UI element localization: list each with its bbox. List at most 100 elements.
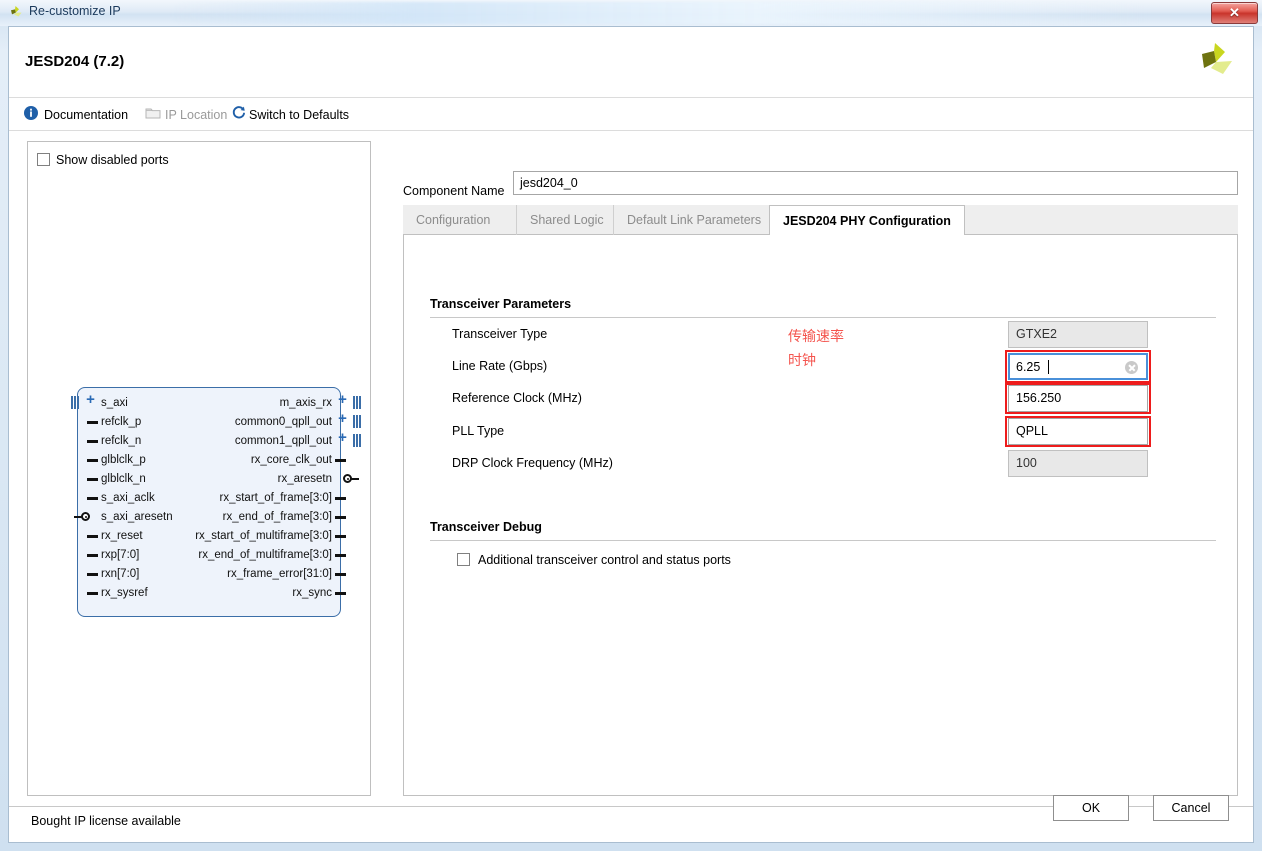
port-right-8: rx_end_of_multiframe[3:0] xyxy=(198,547,346,563)
port-label: common0_qpll_out xyxy=(234,416,332,428)
ok-button[interactable]: OK xyxy=(1053,795,1129,821)
xilinx-logo-icon xyxy=(11,6,22,17)
expand-bus-icon[interactable]: + xyxy=(337,430,348,445)
port-left-1: refclk_p xyxy=(87,414,142,430)
port-left-3: glblclk_p xyxy=(87,452,146,468)
port-right-2: common1_qpll_out + xyxy=(235,430,361,449)
pin-icon xyxy=(335,497,346,500)
pin-icon xyxy=(87,421,98,424)
tabs-panel: Configuration Shared Logic Default Link … xyxy=(403,205,1238,796)
port-label: rx_core_clk_out xyxy=(250,454,332,466)
port-label: s_axi xyxy=(101,397,128,409)
port-right-3: rx_core_clk_out xyxy=(250,452,346,468)
port-right-5: rx_start_of_frame[3:0] xyxy=(219,490,346,506)
checkbox-box xyxy=(457,553,470,566)
bus-connector-icon xyxy=(353,415,362,428)
port-left-2: refclk_n xyxy=(87,433,142,449)
active-low-pin-icon xyxy=(343,474,359,483)
page-title: JESD204 (7.2) xyxy=(25,53,125,70)
close-button[interactable]: ✕ xyxy=(1211,2,1258,24)
pin-icon xyxy=(335,516,346,519)
port-label: rx_start_of_frame[3:0] xyxy=(219,492,333,504)
expand-bus-icon[interactable]: + xyxy=(85,392,96,407)
port-right-0: m_axis_rx + xyxy=(280,392,361,411)
port-left-7: rx_reset xyxy=(87,528,143,544)
toolbar-item-documentation[interactable]: Documentation xyxy=(44,105,128,125)
pin-icon xyxy=(87,592,98,595)
port-label: rxn[7:0] xyxy=(101,568,140,580)
port-label: refclk_p xyxy=(101,416,142,428)
port-label: rx_sync xyxy=(292,587,332,599)
pin-icon xyxy=(87,554,98,557)
port-label: refclk_n xyxy=(101,435,142,447)
title-bar: Re-customize IP ✕ xyxy=(0,0,1262,26)
toolbar-item-switch-to-defaults[interactable]: Switch to Defaults xyxy=(249,105,349,125)
additional-transceiver-ports-label: Additional transceiver control and statu… xyxy=(478,553,731,567)
field-label-drp-clock-frequency: DRP Clock Frequency (MHz) xyxy=(452,456,613,470)
bus-connector-icon xyxy=(353,434,362,447)
component-name-input[interactable]: jesd204_0 xyxy=(513,171,1238,195)
titlebar-glow xyxy=(170,2,1150,24)
tab-configuration[interactable]: Configuration xyxy=(403,205,503,235)
field-label-transceiver-type: Transceiver Type xyxy=(452,327,548,341)
tab-strip: Configuration Shared Logic Default Link … xyxy=(403,205,1238,236)
port-label: s_axi_aclk xyxy=(101,492,155,504)
port-label: s_axi_aresetn xyxy=(101,511,173,523)
tab-content-panel: Transceiver Parameters Transceiver Type … xyxy=(403,235,1238,796)
section-divider xyxy=(430,540,1216,541)
port-right-7: rx_start_of_multiframe[3:0] xyxy=(195,528,346,544)
info-icon xyxy=(24,106,38,120)
pin-icon xyxy=(335,573,346,576)
pin-icon xyxy=(87,478,98,481)
field-label-pll-type: PLL Type xyxy=(452,424,505,438)
port-label: rx_end_of_frame[3:0] xyxy=(222,511,332,523)
pin-icon xyxy=(87,459,98,462)
pin-icon xyxy=(335,535,346,538)
text-caret xyxy=(1048,360,1049,374)
license-status-text: Bought IP license available xyxy=(31,814,181,828)
section-title-transceiver-debug: Transceiver Debug xyxy=(430,520,542,534)
pin-icon xyxy=(335,459,346,462)
reference-clock-select[interactable]: 156.250 xyxy=(1008,385,1148,412)
line-rate-input[interactable]: 6.25 xyxy=(1008,353,1148,380)
port-label: rx_sysref xyxy=(101,587,148,599)
checkbox-box xyxy=(37,153,50,166)
port-right-9: rx_frame_error[31:0] xyxy=(227,566,346,582)
port-left-10: rx_sysref xyxy=(87,585,148,601)
window-title: Re-customize IP xyxy=(29,4,121,18)
port-label: rx_start_of_multiframe[3:0] xyxy=(195,530,332,542)
port-left-5: s_axi_aclk xyxy=(87,490,155,506)
cancel-button[interactable]: Cancel xyxy=(1153,795,1229,821)
tab-default-link-parameters[interactable]: Default Link Parameters xyxy=(613,205,774,235)
port-left-4: glblclk_n xyxy=(87,471,146,487)
tab-shared-logic[interactable]: Shared Logic xyxy=(516,205,617,235)
ip-block-symbol: + s_axi refclk_p refclk_n glblclk_p glbl… xyxy=(71,387,361,617)
expand-bus-icon[interactable]: + xyxy=(337,411,348,426)
line-rate-value: 6.25 xyxy=(1016,360,1041,374)
dialog-header: JESD204 (7.2) xyxy=(9,27,1253,98)
pin-icon xyxy=(87,497,98,500)
port-left-8: rxp[7:0] xyxy=(87,547,140,563)
port-left-6: s_axi_aresetn xyxy=(74,509,173,525)
dialog-body: JESD204 (7.2) Documentation IP Location xyxy=(8,26,1254,843)
field-label-line-rate: Line Rate (Gbps) xyxy=(452,359,548,373)
port-label: rx_aresetn xyxy=(277,473,332,485)
annotation-line-rate: 传输速率 xyxy=(788,329,844,345)
port-label: glblclk_p xyxy=(101,454,146,466)
additional-transceiver-ports-checkbox[interactable]: Additional transceiver control and statu… xyxy=(457,551,731,569)
pin-icon xyxy=(87,440,98,443)
pin-icon xyxy=(87,535,98,538)
section-title-transceiver-parameters: Transceiver Parameters xyxy=(430,297,572,311)
tab-jesd204-phy-configuration[interactable]: JESD204 PHY Configuration xyxy=(769,205,965,236)
xilinx-logo-icon xyxy=(1202,43,1232,74)
annotation-reference-clock: 时钟 xyxy=(788,353,816,369)
expand-bus-icon[interactable]: + xyxy=(337,392,348,407)
port-label: rxp[7:0] xyxy=(101,549,140,561)
pll-type-select[interactable]: QPLL xyxy=(1008,418,1148,445)
toolbar-item-ip-location: IP Location xyxy=(165,108,228,122)
drp-clock-frequency-input: 100 xyxy=(1008,450,1148,477)
transceiver-type-select: GTXE2 xyxy=(1008,321,1148,348)
clear-icon[interactable] xyxy=(1125,361,1138,374)
port-label: rx_frame_error[31:0] xyxy=(227,568,332,580)
show-disabled-ports-checkbox[interactable]: Show disabled ports xyxy=(37,151,169,169)
